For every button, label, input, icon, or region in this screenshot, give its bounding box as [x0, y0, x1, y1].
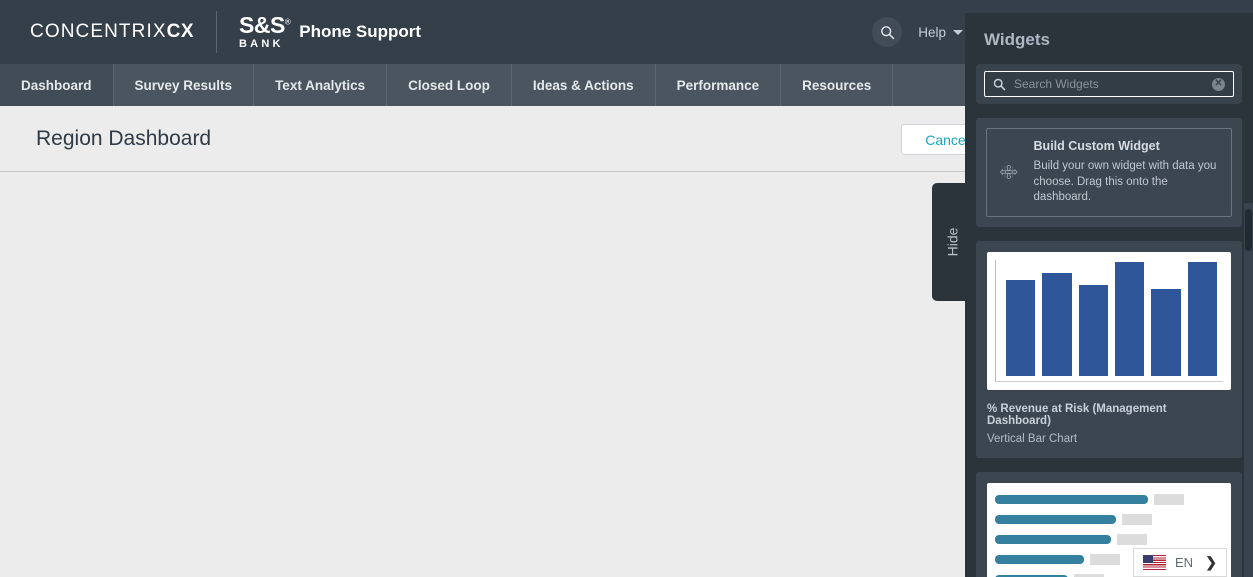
search-icon	[993, 78, 1006, 90]
bank-logo-name-text: S&S	[239, 12, 285, 38]
build-custom-widget-card[interactable]: Build Custom Widget Build your own widge…	[976, 118, 1242, 227]
widget-thumbnail-vertical-bar	[987, 251, 1231, 390]
bank-logo: S&S® BANK	[239, 12, 291, 50]
widgets-panel-scrollbar[interactable]	[1244, 203, 1253, 577]
bar	[1078, 285, 1108, 376]
widget-search-wrap: Search Widgets ✕	[976, 64, 1242, 104]
hide-panel-tab-label: Hide	[944, 227, 961, 257]
bar-label-placeholder	[1121, 513, 1152, 525]
nav-item-dashboard[interactable]: Dashboard	[0, 64, 114, 106]
concentrix-logo-cx: CX	[166, 21, 195, 42]
bar-label-placeholder	[1117, 533, 1148, 545]
page-title: Region Dashboard	[36, 126, 212, 150]
widget-name: % Revenue at Risk (Management Dashboard)	[987, 402, 1167, 427]
widget-search-input[interactable]: Search Widgets ✕	[984, 71, 1234, 97]
search-icon[interactable]	[872, 17, 903, 47]
nav-item-text-analytics[interactable]: Text Analytics	[254, 64, 388, 106]
bar	[1187, 261, 1217, 376]
app-name: Phone Support	[299, 22, 422, 41]
nav-item-performance[interactable]: Performance	[656, 64, 782, 106]
nav-item-ideas-actions[interactable]: Ideas & Actions	[512, 64, 656, 106]
bar	[1114, 261, 1145, 376]
brand-divider	[216, 11, 218, 53]
nav-item-closed-loop[interactable]: Closed Loop	[387, 64, 512, 106]
bar-row	[995, 533, 1223, 545]
bar	[1042, 273, 1072, 376]
nav-item-resources[interactable]: Resources	[781, 64, 894, 106]
header-actions: Help	[872, 17, 963, 47]
bar	[1151, 288, 1181, 376]
widget-search-placeholder: Search Widgets	[1014, 77, 1099, 91]
bar	[1006, 280, 1036, 376]
bar-label-placeholder	[1073, 573, 1104, 577]
registered-mark-icon: ®	[284, 17, 291, 27]
brand-group: CONCENTRIXCX S&S® BANK Phone Support	[0, 11, 421, 53]
build-custom-widget-title: Build Custom Widget	[1033, 139, 1160, 153]
help-menu-label: Help	[918, 24, 946, 40]
chevron-down-icon	[953, 29, 963, 35]
bar-label-placeholder	[1153, 493, 1184, 505]
bar-row	[995, 493, 1223, 505]
widgets-panel: Widgets Search Widgets ✕ Build Custom Wi…	[965, 13, 1253, 577]
build-custom-widget-description: Build your own widget with data you choo…	[1033, 160, 1217, 204]
help-menu[interactable]: Help	[918, 25, 963, 40]
wrench-move-icon	[1000, 165, 1018, 180]
language-selector[interactable]: EN ❯	[1133, 548, 1227, 577]
widgets-panel-scroll-thumb[interactable]	[1245, 209, 1252, 251]
vertical-bar-chart	[995, 259, 1223, 382]
chevron-right-icon: ❯	[1205, 554, 1217, 570]
language-code: EN	[1175, 555, 1194, 570]
widget-type: Vertical Bar Chart	[987, 432, 1078, 445]
app-root: CONCENTRIXCX S&S® BANK Phone Support Hel…	[0, 0, 1253, 577]
concentrix-logo[interactable]: CONCENTRIXCX	[30, 21, 194, 43]
concentrix-logo-text: CONCENTRIX	[30, 21, 167, 42]
us-flag-icon	[1143, 555, 1166, 570]
bank-logo-sub: BANK	[239, 38, 284, 50]
build-custom-widget-inner: Build Custom Widget Build your own widge…	[986, 128, 1232, 217]
bank-logo-name: S&S®	[239, 12, 291, 38]
bar-label-placeholder	[1089, 553, 1120, 565]
clear-search-icon[interactable]: ✕	[1212, 77, 1225, 91]
widget-card-vertical-bar[interactable]: % Revenue at Risk (Management Dashboard)…	[976, 240, 1242, 458]
widgets-panel-title: Widgets	[984, 30, 1050, 49]
nav-item-survey-results[interactable]: Survey Results	[114, 64, 255, 106]
build-custom-widget-text: Build Custom Widget Build your own widge…	[1034, 139, 1220, 206]
bar-row	[995, 513, 1223, 525]
